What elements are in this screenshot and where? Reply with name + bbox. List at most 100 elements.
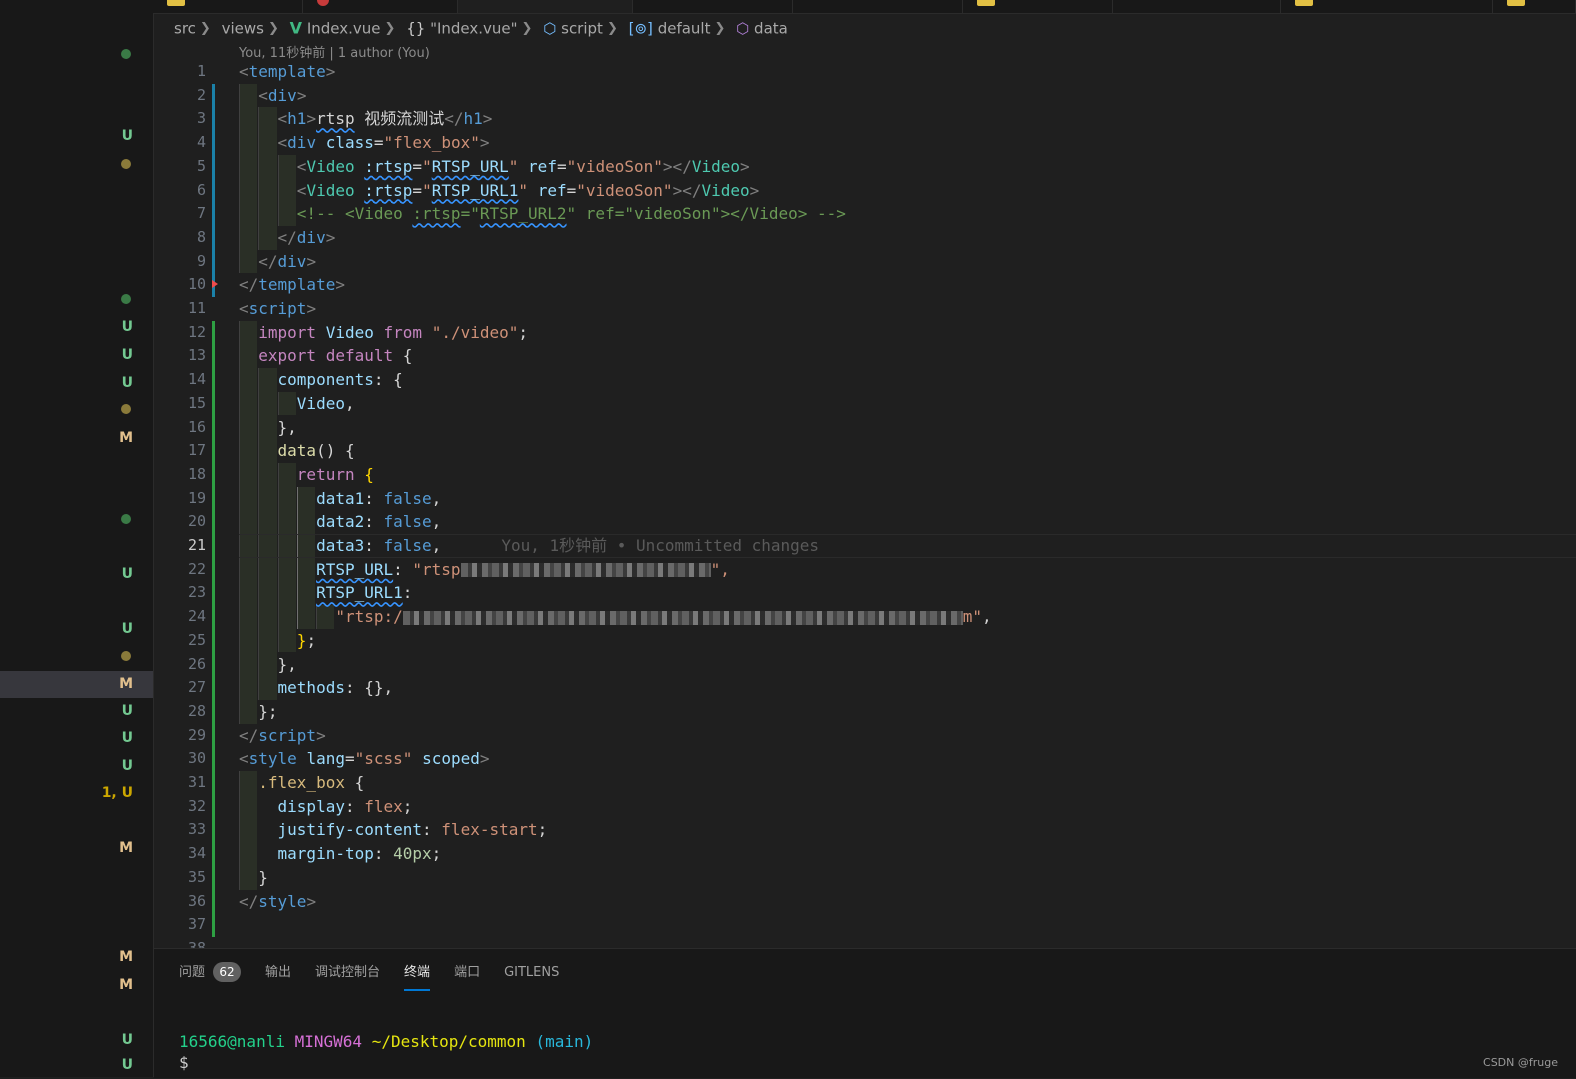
code-line[interactable]: <style lang="scss" scoped> xyxy=(239,747,490,771)
breadcrumb-item-src[interactable]: src xyxy=(174,20,196,38)
explorer-row[interactable] xyxy=(0,396,153,423)
git-status-badge: M xyxy=(119,949,133,965)
explorer-row[interactable]: M xyxy=(0,944,153,971)
code-token: = xyxy=(344,749,355,769)
explorer-row[interactable] xyxy=(0,151,153,178)
code-line[interactable]: "rtsp:/ m", xyxy=(239,605,992,629)
panel-tab[interactable]: 输出 xyxy=(265,961,291,987)
explorer-row[interactable]: U xyxy=(0,561,153,588)
code-line[interactable]: justify-content: flex-start; xyxy=(239,818,548,842)
code-line[interactable]: }; xyxy=(239,629,316,653)
panel-tab[interactable]: 终端 xyxy=(404,961,431,991)
breadcrumb-item-data[interactable]: data xyxy=(754,20,788,38)
breadcrumb-item-views[interactable]: views xyxy=(222,20,264,38)
code-line[interactable]: <Video :rtsp="RTSP_URL1" ref="videoSon">… xyxy=(239,179,759,203)
explorer-row[interactable]: 1, U xyxy=(0,780,153,807)
explorer-row[interactable]: M xyxy=(0,425,153,452)
code-line[interactable]: data1: false, xyxy=(239,487,441,511)
breadcrumb-item-module[interactable]: "Index.vue" xyxy=(430,20,517,38)
explorer-row[interactable]: U xyxy=(0,698,153,725)
breadcrumb-item-default[interactable]: default xyxy=(658,20,711,38)
code-line[interactable]: <script> xyxy=(239,297,316,321)
code-line[interactable]: </style> xyxy=(239,890,316,914)
code-line[interactable]: methods: {}, xyxy=(239,676,394,700)
code-line[interactable]: }, xyxy=(239,416,297,440)
explorer-row[interactable]: U xyxy=(0,616,153,643)
code-line[interactable]: </template> xyxy=(239,273,345,297)
code-line[interactable]: <div class="flex_box"> xyxy=(239,131,490,155)
code-line[interactable]: </div> xyxy=(239,250,316,274)
code-line[interactable]: data3: false, You, 1秒钟前 • Uncommitted cha… xyxy=(239,534,819,558)
code-line[interactable]: } xyxy=(239,866,268,890)
code-line[interactable]: <!-- <Video :rtsp="RTSP_URL2" ref="video… xyxy=(239,202,846,226)
code-line[interactable]: export default { xyxy=(239,344,412,368)
code-token: default xyxy=(325,346,394,366)
code-line[interactable]: }, xyxy=(239,653,297,677)
git-status-badge: M xyxy=(119,676,133,692)
panel-tab[interactable]: 端口 xyxy=(454,961,480,987)
code-token: > xyxy=(740,156,750,176)
editor-tab[interactable] xyxy=(153,0,303,13)
editor-tab[interactable] xyxy=(1281,0,1493,13)
code-token: > xyxy=(335,275,345,295)
explorer-row[interactable]: U xyxy=(0,1027,153,1054)
code-line[interactable]: display: flex; xyxy=(239,795,413,819)
code-line[interactable]: import Video from "./video"; xyxy=(239,321,528,345)
editor-tab[interactable] xyxy=(303,0,458,13)
explorer-row[interactable]: M xyxy=(0,972,153,999)
code-token: : xyxy=(364,512,384,532)
code-line[interactable]: Video, xyxy=(239,392,355,416)
explorer-row[interactable]: U xyxy=(0,314,153,341)
explorer-row[interactable]: M xyxy=(0,835,153,862)
code-line[interactable]: data2: false, xyxy=(239,510,441,534)
editor-tab[interactable] xyxy=(793,0,963,13)
editor-tab-active[interactable] xyxy=(458,0,633,13)
code-line[interactable]: return { xyxy=(239,463,374,487)
explorer-row[interactable]: U xyxy=(0,123,153,150)
cube-icon: ⬡ xyxy=(543,19,557,38)
explorer-row[interactable] xyxy=(0,643,153,670)
explorer-row[interactable]: U xyxy=(0,753,153,780)
explorer-row[interactable] xyxy=(0,286,153,313)
code-line[interactable]: RTSP_URL1: xyxy=(239,581,412,605)
explorer-row[interactable] xyxy=(0,506,153,533)
explorer-row[interactable]: U xyxy=(0,342,153,369)
explorer-row[interactable] xyxy=(0,41,153,68)
breadcrumb-item-file[interactable]: Index.vue xyxy=(307,20,381,38)
deleted-lines-marker-icon[interactable] xyxy=(212,280,218,288)
terminal[interactable]: 16566@nanli MINGW64 ~/Desktop/common (ma… xyxy=(179,1031,593,1073)
code-token: , xyxy=(982,607,992,627)
breadcrumb-item-script[interactable]: script xyxy=(561,20,603,38)
editor-tab[interactable] xyxy=(963,0,1113,13)
code-line[interactable]: <template> xyxy=(239,60,335,84)
code-line[interactable]: components: { xyxy=(239,368,403,392)
code-line[interactable]: .flex_box { xyxy=(239,771,364,795)
code-token: </ xyxy=(239,275,259,295)
code-editor[interactable]: 1 2 3 4 5 6 7 8 9 10 11 12 13 14 15 16 17 18 19 20 21 22 23 24 2… xyxy=(154,60,1576,948)
editor-tab[interactable] xyxy=(1493,0,1576,13)
codelens-blame[interactable]: You, 11秒钟前 | 1 author (You) xyxy=(239,42,430,61)
code-line[interactable]: </div> xyxy=(239,226,336,250)
line-number: 11 xyxy=(187,299,206,317)
code-line[interactable]: margin-top: 40px; xyxy=(239,842,442,866)
git-change-bar[interactable] xyxy=(212,83,215,297)
explorer-row[interactable]: U xyxy=(0,370,153,397)
panel-tab[interactable]: 问题 62 xyxy=(179,961,242,987)
editor-tab[interactable] xyxy=(1113,0,1281,13)
panel-tab[interactable]: 调试控制台 xyxy=(315,961,380,987)
code-line[interactable]: </script> xyxy=(239,724,326,748)
editor-tab[interactable] xyxy=(633,0,793,13)
code-line[interactable]: data() { xyxy=(239,439,355,463)
code-line[interactable]: <Video :rtsp="RTSP_URL" ref="videoSon"><… xyxy=(239,155,750,179)
code-line[interactable]: <h1>rtsp 视频流测试</h1> xyxy=(239,107,493,131)
code-line[interactable]: }; xyxy=(239,700,277,724)
code-line[interactable]: <div> xyxy=(239,84,306,108)
explorer-row[interactable]: M xyxy=(0,671,153,698)
panel-tab[interactable]: GITLENS xyxy=(504,961,559,987)
code-line[interactable]: RTSP_URL: "rtsp ", xyxy=(239,558,730,582)
explorer-row[interactable]: U xyxy=(0,725,153,752)
git-change-bar[interactable] xyxy=(212,747,215,937)
explorer-row[interactable]: U xyxy=(0,1052,153,1079)
